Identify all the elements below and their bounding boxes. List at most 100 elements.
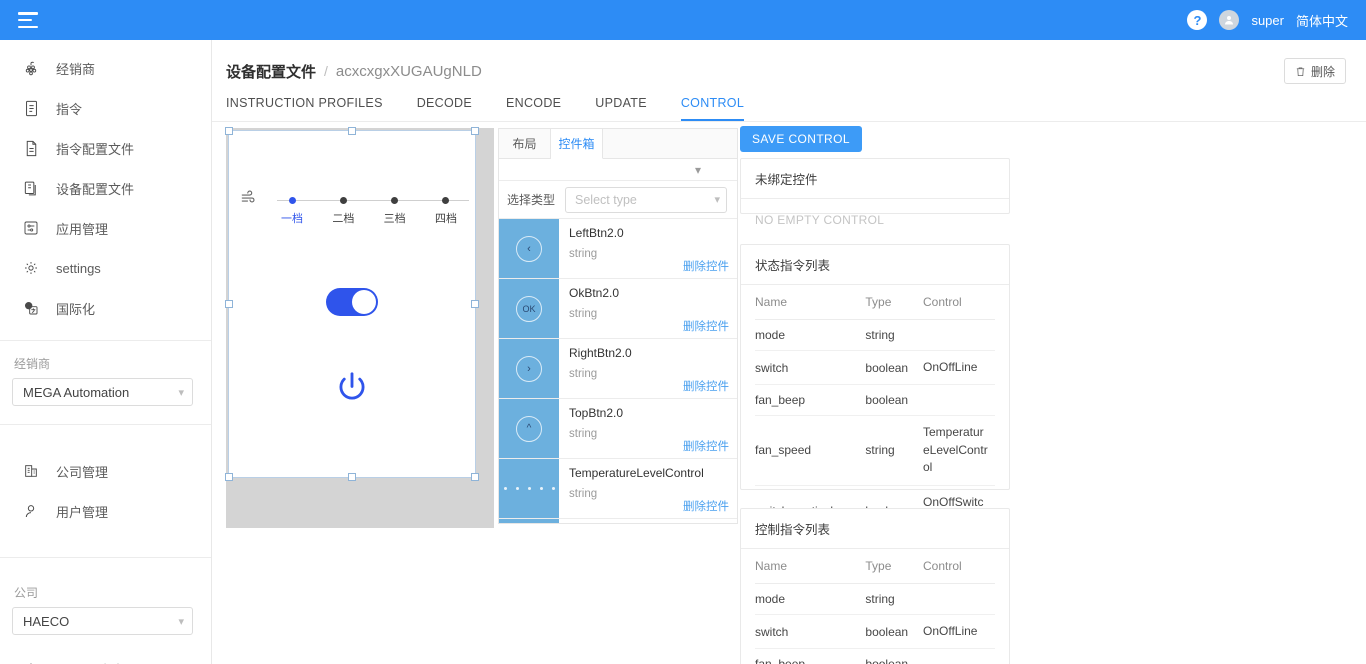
widget-list-item[interactable]: TemperatureTypeControl string 删除控件 [499, 519, 737, 523]
widget-list[interactable]: ‹ LeftBtn2.0 string 删除控件 OK OkBtn2.0 str… [499, 219, 737, 523]
device-canvas-panel: 一档 二档 三档 四档 [225, 127, 494, 528]
avatar[interactable] [1219, 10, 1240, 30]
widget-list-item[interactable]: ^ TopBtn2.0 string 删除控件 [499, 399, 737, 459]
sidebar-item-settings[interactable]: settings [0, 248, 211, 288]
widget-thumbnail: ^ [499, 399, 559, 458]
power-button-widget[interactable] [333, 369, 371, 407]
resize-handle-middle-right[interactable] [471, 300, 479, 308]
help-icon[interactable]: ? [1187, 10, 1208, 30]
power-icon [339, 372, 365, 400]
onoff-toggle-widget[interactable] [326, 288, 378, 316]
sidebar-item-instruction-profile[interactable]: 指令配置文件 [0, 128, 211, 168]
column-header-type: Type [865, 549, 923, 584]
sidebar-item-instruction[interactable]: 指令 [0, 88, 211, 128]
table-row[interactable]: fan_beep boolean [755, 648, 995, 664]
column-header-name: Name [755, 549, 866, 584]
sidebar-item-company-management[interactable]: 公司管理 [0, 451, 211, 491]
company-select[interactable]: HAECO ▾ [12, 607, 193, 635]
sidebar-item-i18n[interactable]: 国际化 [0, 288, 211, 328]
sidebar-item-device-profile[interactable]: 设备配置文件 [0, 168, 211, 208]
resize-handle-top-center[interactable] [348, 127, 356, 135]
widget-info: RightBtn2.0 string 删除控件 [559, 339, 737, 398]
sidebar-divider-1 [0, 340, 211, 341]
sidebar-item-label: 设备配置文件 [56, 181, 135, 197]
resize-handle-bottom-left[interactable] [225, 473, 233, 481]
sidebar-item-label: 公司管理 [56, 464, 109, 480]
cell-type: boolean [865, 384, 923, 417]
widget-box-panel: 布局 控件箱 ▾ 选择类型 Select type ▾ ‹ LeftBtn2.0… [498, 128, 738, 524]
delete-widget-link[interactable]: 删除控件 [683, 378, 729, 394]
tab-instruction-profiles[interactable]: INSTRUCTION PROFILES [226, 96, 383, 121]
widget-list-item[interactable]: › RightBtn2.0 string 删除控件 [499, 339, 737, 399]
fan-step-3[interactable]: 三档 [372, 197, 418, 226]
resize-handle-bottom-right[interactable] [471, 473, 479, 481]
person-icon [20, 501, 42, 521]
dealer-select[interactable]: MEGA Automation ▾ [12, 378, 193, 406]
fan-step-1[interactable]: 一档 [269, 197, 315, 226]
table-row[interactable]: switch boolean OnOffLine [755, 614, 995, 650]
widget-type-filter-label: 选择类型 [507, 193, 556, 207]
tab-layout[interactable]: 布局 [499, 129, 551, 158]
document-icon [20, 98, 42, 118]
sidebar-item-company-dashboard[interactable]: 公司.仪表盘 [0, 649, 211, 664]
table-row[interactable]: mode string [755, 319, 995, 351]
sidebar-divider-2 [0, 424, 211, 425]
cell-type: boolean [865, 648, 923, 664]
sidebar: 经销商 指令 指令配置文件 设备配置文件 应用管理 settings 国际化 经… [0, 40, 212, 664]
sidebar-item-label: settings [56, 260, 101, 276]
resize-handle-middle-left[interactable] [225, 300, 233, 308]
table-row[interactable]: mode string [755, 583, 995, 615]
widget-type-select[interactable]: Select type ▾ [565, 186, 727, 213]
building-icon [20, 461, 42, 481]
delete-widget-link[interactable]: 删除控件 [683, 258, 729, 274]
column-header-type: Type [865, 285, 923, 320]
cell-name: fan_speed [755, 415, 866, 486]
grapes-icon [20, 58, 42, 78]
language-switcher[interactable]: 简体中文 [1296, 11, 1348, 30]
fan-step-4[interactable]: 四档 [423, 197, 469, 226]
tab-decode[interactable]: DECODE [417, 96, 472, 121]
widget-list-item[interactable]: ‹ LeftBtn2.0 string 删除控件 [499, 219, 737, 279]
company-select-label: 公司 [14, 586, 39, 600]
person-icon [1225, 16, 1234, 25]
delete-button-label: 删除 [1310, 64, 1335, 79]
widget-info: TopBtn2.0 string 删除控件 [559, 399, 737, 458]
table-row[interactable]: fan_beep boolean [755, 384, 995, 417]
tab-widget-box[interactable]: 控件箱 [551, 129, 603, 159]
widget-list-item[interactable]: OK OkBtn2.0 string 删除控件 [499, 279, 737, 339]
widget-box-tabs-filler [603, 129, 737, 158]
sidebar-item-user-management[interactable]: 用户管理 [0, 491, 211, 531]
unbound-controls-card: 未绑定控件 NO EMPTY CONTROL [740, 158, 1010, 227]
hamburger-icon[interactable] [18, 12, 38, 28]
cell-control: OnOffLine [922, 614, 995, 650]
column-header-name: Name [755, 285, 866, 320]
delete-widget-link[interactable]: 删除控件 [683, 498, 729, 514]
document-lines-icon [20, 138, 42, 158]
fan-speed-widget[interactable]: 一档 二档 三档 四档 [239, 186, 469, 226]
resize-handle-top-right[interactable] [471, 127, 479, 135]
save-control-button[interactable]: SAVE CONTROL [740, 126, 862, 152]
breadcrumb-parent[interactable]: 设备配置文件 [226, 61, 316, 82]
globe-translate-icon [20, 298, 42, 318]
sidebar-item-dealer[interactable]: 经销商 [0, 48, 211, 88]
table-row[interactable]: switch boolean OnOffLine [755, 350, 995, 386]
widget-thumbnail [499, 459, 559, 518]
dealer-select-label: 经销商 [14, 357, 51, 371]
widget-box-collapse-row[interactable]: ▾ [499, 159, 737, 181]
cell-type: boolean [865, 350, 923, 386]
delete-widget-link[interactable]: 删除控件 [683, 438, 729, 454]
delete-widget-link[interactable]: 删除控件 [683, 318, 729, 334]
home-icon [20, 659, 42, 664]
status-command-title: 状态指令列表 [741, 245, 1009, 285]
delete-button[interactable]: 删除 [1283, 58, 1346, 84]
device-screen[interactable]: 一档 二档 三档 四档 [225, 127, 479, 481]
tab-update[interactable]: UPDATE [595, 96, 647, 121]
tab-control[interactable]: CONTROL [680, 96, 745, 121]
sidebar-item-app-management[interactable]: 应用管理 [0, 208, 211, 248]
fan-step-2[interactable]: 二档 [320, 197, 366, 226]
resize-handle-top-left[interactable] [225, 127, 233, 135]
table-row[interactable]: fan_speed string TemperatureLevelControl [755, 415, 995, 486]
tab-encode[interactable]: ENCODE [506, 96, 561, 121]
resize-handle-bottom-center[interactable] [348, 473, 356, 481]
widget-list-item[interactable]: TemperatureLevelControl string 删除控件 [499, 459, 737, 519]
